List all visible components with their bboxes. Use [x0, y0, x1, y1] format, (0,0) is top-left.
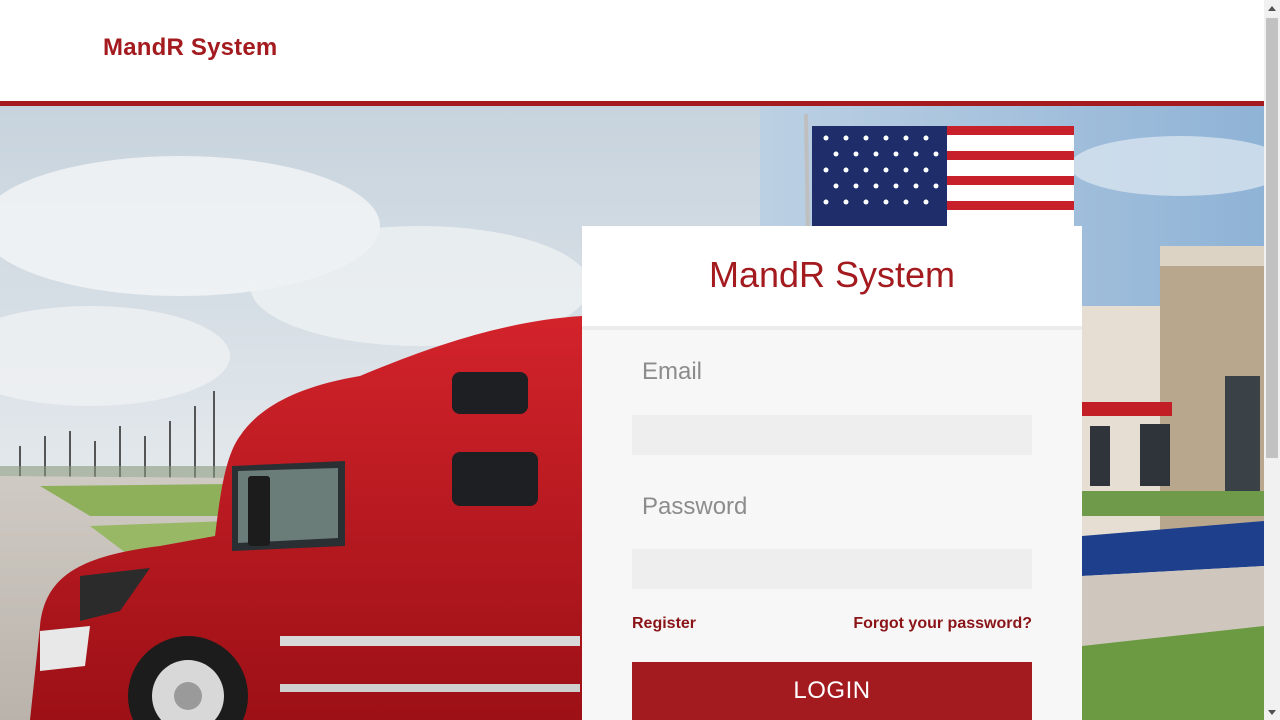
chevron-down-icon[interactable]	[1264, 704, 1280, 720]
email-input[interactable]	[632, 415, 1032, 455]
password-label: Password	[642, 493, 748, 520]
password-input[interactable]	[632, 549, 1032, 589]
site-header: MandR System	[0, 0, 1264, 106]
login-button[interactable]: LOGIN	[632, 662, 1032, 720]
login-card-header: MandR System	[582, 226, 1082, 330]
email-label: Email	[642, 358, 703, 385]
page: MandR System MandR System Email Password…	[0, 0, 1264, 720]
login-card: MandR System Email Password Register For…	[582, 226, 1082, 720]
scrollbar-thumb[interactable]	[1266, 18, 1278, 458]
login-title: MandR System	[708, 253, 956, 295]
forgot-password-link[interactable]: Forgot your password?	[853, 615, 1032, 633]
register-link[interactable]: Register	[632, 615, 696, 633]
brand-logo-text[interactable]: MandR System	[103, 34, 277, 62]
chevron-up-icon[interactable]	[1264, 0, 1280, 16]
vertical-scrollbar[interactable]	[1264, 0, 1280, 720]
